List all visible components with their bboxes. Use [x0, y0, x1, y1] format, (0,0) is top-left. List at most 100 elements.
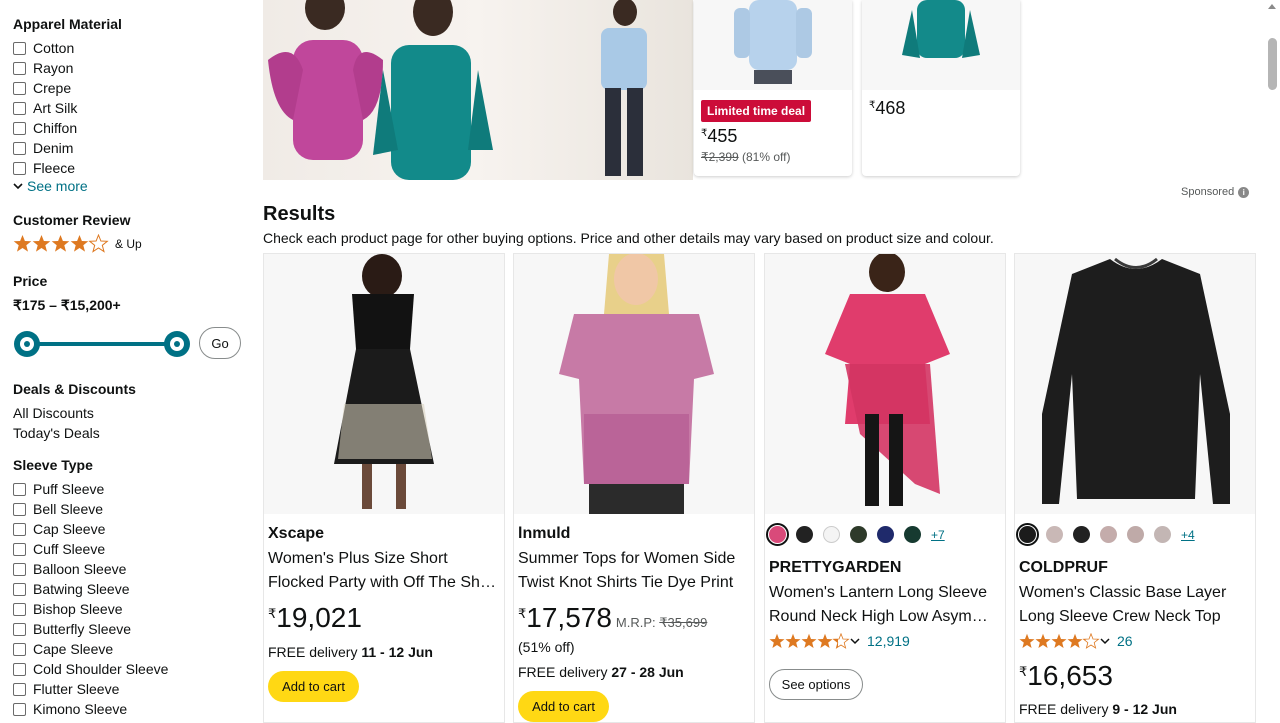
scrollbar-thumb[interactable] — [1268, 38, 1277, 90]
price-min-handle[interactable] — [14, 331, 40, 357]
color-swatch[interactable] — [877, 526, 894, 543]
color-swatch[interactable] — [1154, 526, 1171, 543]
checkbox[interactable] — [13, 582, 26, 596]
checkbox[interactable] — [13, 502, 26, 516]
filter-chiffon[interactable]: Chiffon — [13, 118, 77, 138]
color-swatch[interactable] — [823, 526, 840, 543]
checkbox[interactable] — [13, 161, 26, 175]
add-to-cart-button[interactable]: Add to cart — [268, 671, 359, 702]
filter-cuff-sleeve[interactable]: Cuff Sleeve — [13, 539, 105, 559]
product-card-prettygarden[interactable]: +7 PRETTYGARDEN Women's Lantern Long Sle… — [764, 253, 1006, 723]
checkbox[interactable] — [13, 702, 26, 716]
color-swatches: +7 — [766, 523, 945, 546]
color-swatch[interactable] — [1016, 523, 1039, 546]
product-thumbnail — [694, 0, 852, 90]
chevron-down-icon — [13, 183, 23, 190]
more-colors-link[interactable]: +7 — [931, 528, 945, 542]
star-rating-icon — [1019, 633, 1110, 649]
star-rating-icon — [13, 234, 108, 253]
color-swatch[interactable] — [1100, 526, 1117, 543]
filter-batwing-sleeve[interactable]: Batwing Sleeve — [13, 579, 130, 599]
rating-row[interactable]: 26 — [1019, 633, 1133, 649]
color-swatch[interactable] — [1046, 526, 1063, 543]
product-price: ₹19,021 — [268, 602, 362, 633]
filter-art-silk[interactable]: Art Silk — [13, 98, 77, 118]
price-max-handle[interactable] — [164, 331, 190, 357]
filter-cold-shoulder-sleeve[interactable]: Cold Shoulder Sleeve — [13, 659, 168, 679]
filters-sidebar: Apparel Material Cotton Rayon Crepe Art … — [0, 0, 250, 720]
review-count[interactable]: 12,919 — [867, 633, 910, 649]
info-icon[interactable]: i — [1238, 186, 1250, 198]
sponsored-label[interactable]: Sponsored i — [1181, 186, 1250, 198]
checkbox[interactable] — [13, 642, 26, 656]
see-more-link[interactable]: See more — [13, 178, 88, 194]
all-discounts-link[interactable]: All Discounts — [13, 405, 94, 421]
sleeve-type-title: Sleeve Type — [13, 457, 93, 473]
filter-cape-sleeve[interactable]: Cape Sleeve — [13, 639, 113, 659]
page-scrollbar[interactable] — [1265, 0, 1280, 720]
color-swatch[interactable] — [796, 526, 813, 543]
product-title[interactable]: Women's Lantern Long Sleeve Round Neck H… — [769, 581, 1001, 629]
checkbox[interactable] — [13, 562, 26, 576]
product-image[interactable] — [514, 254, 754, 514]
deal-card-2[interactable]: ₹468 — [862, 0, 1020, 176]
checkbox[interactable] — [13, 522, 26, 536]
checkbox[interactable] — [13, 682, 26, 696]
product-brand: Xscape — [268, 525, 325, 542]
checkbox[interactable] — [13, 662, 26, 676]
checkbox[interactable] — [13, 602, 26, 616]
filter-kimono-sleeve[interactable]: Kimono Sleeve — [13, 699, 127, 719]
checkbox[interactable] — [13, 41, 26, 55]
price-go-button[interactable]: Go — [199, 327, 241, 359]
color-swatch[interactable] — [766, 523, 789, 546]
color-swatch[interactable] — [1073, 526, 1090, 543]
product-card-xscape[interactable]: Xscape Women's Plus Size Short Flocked P… — [263, 253, 505, 723]
filter-flutter-sleeve[interactable]: Flutter Sleeve — [13, 679, 119, 699]
checkbox[interactable] — [13, 121, 26, 135]
rating-row[interactable]: 12,919 — [769, 633, 910, 649]
filter-rayon[interactable]: Rayon — [13, 58, 73, 78]
product-price: ₹17,578 M.R.P: ₹35,699 — [518, 602, 708, 633]
price-slider-track[interactable] — [27, 342, 177, 346]
product-image[interactable] — [264, 254, 504, 514]
more-colors-link[interactable]: +4 — [1181, 528, 1195, 542]
review-count[interactable]: 26 — [1117, 633, 1133, 649]
add-to-cart-button[interactable]: Add to cart — [518, 691, 609, 722]
product-title[interactable]: Women's Plus Size Short Flocked Party wi… — [268, 547, 500, 595]
filter-fleece[interactable]: Fleece — [13, 158, 75, 178]
filter-bell-sleeve[interactable]: Bell Sleeve — [13, 499, 103, 519]
filter-bishop-sleeve[interactable]: Bishop Sleeve — [13, 599, 123, 619]
product-card-lnmuld[interactable]: lnmuld Summer Tops for Women Side Twist … — [513, 253, 755, 723]
checkbox[interactable] — [13, 61, 26, 75]
todays-deals-link[interactable]: Today's Deals — [13, 425, 100, 441]
four-stars-and-up-filter[interactable]: & Up — [13, 234, 142, 254]
filter-butterfly-sleeve[interactable]: Butterfly Sleeve — [13, 619, 131, 639]
color-swatch[interactable] — [904, 526, 921, 543]
color-swatch[interactable] — [1127, 526, 1144, 543]
filter-denim[interactable]: Denim — [13, 138, 73, 158]
checkbox[interactable] — [13, 101, 26, 115]
product-card-coldpruf[interactable]: +4 COLDPRUF Women's Classic Base Layer L… — [1014, 253, 1256, 723]
product-title[interactable]: Summer Tops for Women Side Twist Knot Sh… — [518, 547, 750, 595]
filter-cotton[interactable]: Cotton — [13, 38, 74, 58]
product-brand: COLDPRUF — [1019, 559, 1108, 576]
product-title[interactable]: Women's Classic Base Layer Long Sleeve C… — [1019, 581, 1251, 629]
deal-card-1[interactable]: Limited time deal ₹455 ₹2,399 (81% off) — [694, 0, 852, 176]
checkbox[interactable] — [13, 81, 26, 95]
filter-crepe[interactable]: Crepe — [13, 78, 71, 98]
filter-cap-sleeve[interactable]: Cap Sleeve — [13, 519, 105, 539]
checkbox[interactable] — [13, 482, 26, 496]
scroll-up-arrow-icon[interactable] — [1268, 4, 1276, 9]
sponsored-banner-image[interactable] — [263, 0, 693, 180]
filter-balloon-sleeve[interactable]: Balloon Sleeve — [13, 559, 126, 579]
results-subtitle: Check each product page for other buying… — [263, 230, 994, 246]
filter-puff-sleeve[interactable]: Puff Sleeve — [13, 479, 104, 499]
color-swatch[interactable] — [850, 526, 867, 543]
see-options-button[interactable]: See options — [769, 669, 863, 700]
checkbox[interactable] — [13, 622, 26, 636]
product-image[interactable] — [765, 254, 1005, 514]
deals-title: Deals & Discounts — [13, 381, 136, 397]
checkbox[interactable] — [13, 542, 26, 556]
checkbox[interactable] — [13, 141, 26, 155]
product-image[interactable] — [1015, 254, 1255, 514]
